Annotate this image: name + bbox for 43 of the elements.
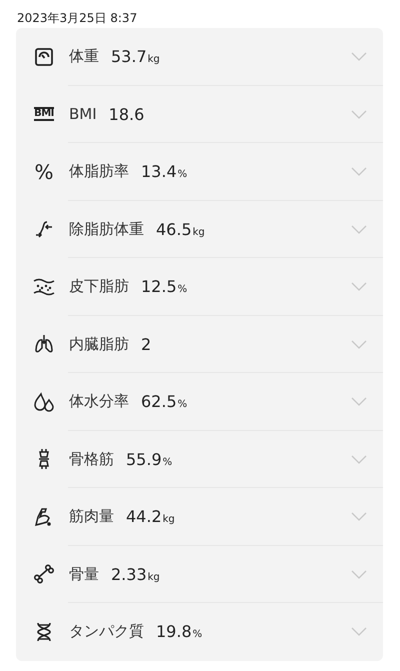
metric-label: 体重: [69, 47, 99, 66]
chevron-icon[interactable]: [351, 512, 367, 522]
chevron-icon[interactable]: [351, 570, 367, 579]
metric-value: 62.5%: [141, 392, 188, 412]
timestamp: 2023年3月25日 8:37: [16, 10, 138, 27]
metric-value: 2.33 kg: [111, 564, 160, 584]
metric-label: BMI: [69, 105, 97, 124]
metric-label: 筋肉量: [69, 507, 114, 526]
chevron-icon[interactable]: [351, 224, 367, 234]
metric-label: 除脂肪体重: [69, 220, 144, 239]
metric-value: 19.8%: [156, 622, 202, 642]
metric-value: 12.5%: [141, 277, 188, 296]
fat-layer-icon: [33, 276, 55, 297]
chevron-icon[interactable]: [351, 110, 367, 119]
chevron-icon[interactable]: [351, 397, 367, 406]
chevron-icon[interactable]: [351, 627, 367, 636]
metric-value: 46.5 kg: [156, 220, 205, 239]
water-drops-icon: [33, 392, 55, 412]
arrows-icon: [34, 219, 54, 240]
metric-value: 44.2 kg: [126, 507, 175, 526]
metric-value: 2: [141, 334, 152, 354]
metric-value: 18.6: [108, 104, 144, 124]
chevron-icon[interactable]: [351, 52, 367, 62]
metric-label: 体水分率: [69, 392, 129, 412]
scale-icon: [34, 46, 54, 67]
chevron-icon[interactable]: [351, 282, 367, 292]
chevron-icon[interactable]: [351, 167, 367, 176]
metric-value: 55.9%: [126, 450, 172, 469]
metric-label: 骨量: [69, 564, 99, 584]
lungs-icon: [34, 334, 54, 354]
metric-label: 体脂肪率: [69, 162, 129, 182]
dna-icon: [36, 622, 52, 642]
metric-value: 53.7 kg: [111, 47, 160, 66]
metric-label: 皮下脂肪: [69, 277, 129, 296]
metric-label: 骨格筋: [69, 450, 114, 469]
chevron-icon[interactable]: [351, 340, 367, 349]
percent-icon: %: [34, 162, 54, 182]
bone-icon: [33, 564, 55, 584]
metric-label: タンパク質: [69, 622, 144, 642]
metric-value: 13.4%: [141, 162, 188, 182]
joint-icon: [37, 448, 51, 470]
metric-label: 内臓脂肪: [69, 334, 129, 354]
chevron-icon[interactable]: [351, 454, 367, 464]
